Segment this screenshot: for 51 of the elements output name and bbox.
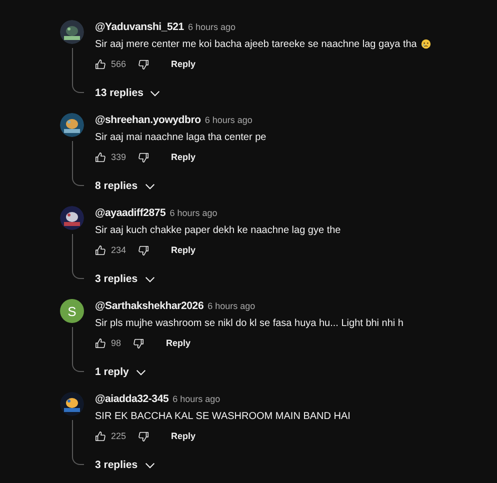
reply-button[interactable]: Reply bbox=[167, 150, 200, 164]
replies-toggle[interactable]: 1 reply bbox=[95, 364, 404, 380]
timestamp[interactable]: 6 hours ago bbox=[172, 394, 220, 404]
like-count: 566 bbox=[111, 59, 126, 69]
username[interactable]: @ayaadiff2875 bbox=[95, 207, 166, 219]
replies-toggle[interactable]: 8 replies bbox=[95, 178, 266, 194]
thumbs-down-icon[interactable] bbox=[138, 152, 150, 162]
comment-text: Sir aaj kuch chakke paper dekh ke naachne lag gye the bbox=[95, 224, 341, 236]
chevron-down-icon bbox=[144, 182, 155, 190]
timestamp[interactable]: 6 hours ago bbox=[204, 115, 252, 125]
thumbs-up-icon[interactable] bbox=[95, 152, 106, 162]
like-count: 98 bbox=[111, 338, 122, 348]
thread-line bbox=[72, 234, 84, 279]
avatar-letter: S bbox=[60, 299, 84, 323]
reply-button[interactable]: Reply bbox=[167, 243, 200, 257]
timestamp[interactable]: 6 hours ago bbox=[170, 208, 218, 218]
timestamp[interactable]: 6 hours ago bbox=[208, 301, 256, 311]
replies-toggle[interactable]: 3 replies bbox=[95, 457, 350, 473]
thread-line bbox=[72, 327, 84, 372]
comment-text: Sir aaj mai naachne laga tha center pe bbox=[95, 132, 266, 142]
chevron-down-icon bbox=[150, 90, 160, 96]
comment-text: SIR EK BACCHA KAL SE WASHROOM MAIN BAND HAI bbox=[95, 410, 350, 422]
chevron-down-icon bbox=[144, 276, 155, 282]
username[interactable]: @Sarthakshekhar2026 bbox=[95, 300, 204, 312]
timestamp[interactable]: 6 hours ago bbox=[188, 22, 236, 32]
chevron-down-icon bbox=[144, 462, 155, 468]
like-count: 225 bbox=[111, 431, 126, 441]
like-count: 234 bbox=[111, 245, 126, 255]
thumbs-up-icon[interactable] bbox=[95, 58, 106, 70]
comment-text: Sir aaj mere center me koi bacha ajeeb tareeke se naachne lag gaya tha bbox=[95, 38, 417, 50]
thumbs-down-icon[interactable] bbox=[138, 244, 150, 256]
thumbs-down-icon[interactable] bbox=[138, 430, 150, 442]
replies-toggle[interactable]: 3 replies bbox=[95, 271, 341, 287]
reply-button[interactable]: Reply bbox=[167, 429, 200, 443]
like-count: 339 bbox=[111, 152, 126, 162]
comment-text: Sir pls mujhe washroom se nikl do kl se fasa huya hu... Light bhi nhi h bbox=[95, 318, 404, 328]
thread-line bbox=[72, 48, 84, 93]
thumbs-up-icon[interactable] bbox=[95, 338, 106, 348]
thumbs-up-icon[interactable] bbox=[95, 244, 106, 256]
thread-line bbox=[72, 141, 84, 186]
chevron-down-icon bbox=[136, 368, 146, 376]
thread-line bbox=[72, 420, 84, 465]
reply-button[interactable]: Reply bbox=[167, 57, 200, 71]
thumbs-down-icon[interactable] bbox=[138, 58, 150, 70]
thumbs-up-icon[interactable] bbox=[95, 430, 106, 442]
reply-button[interactable]: Reply bbox=[162, 336, 195, 350]
username[interactable]: @Yaduvanshi_521 bbox=[95, 21, 184, 33]
username[interactable]: @aiadda32-345 bbox=[95, 393, 169, 405]
username[interactable]: @shreehan.yowydbro bbox=[95, 114, 201, 126]
thumbs-down-icon[interactable] bbox=[133, 338, 144, 348]
replies-toggle[interactable]: 13 replies bbox=[95, 85, 431, 101]
